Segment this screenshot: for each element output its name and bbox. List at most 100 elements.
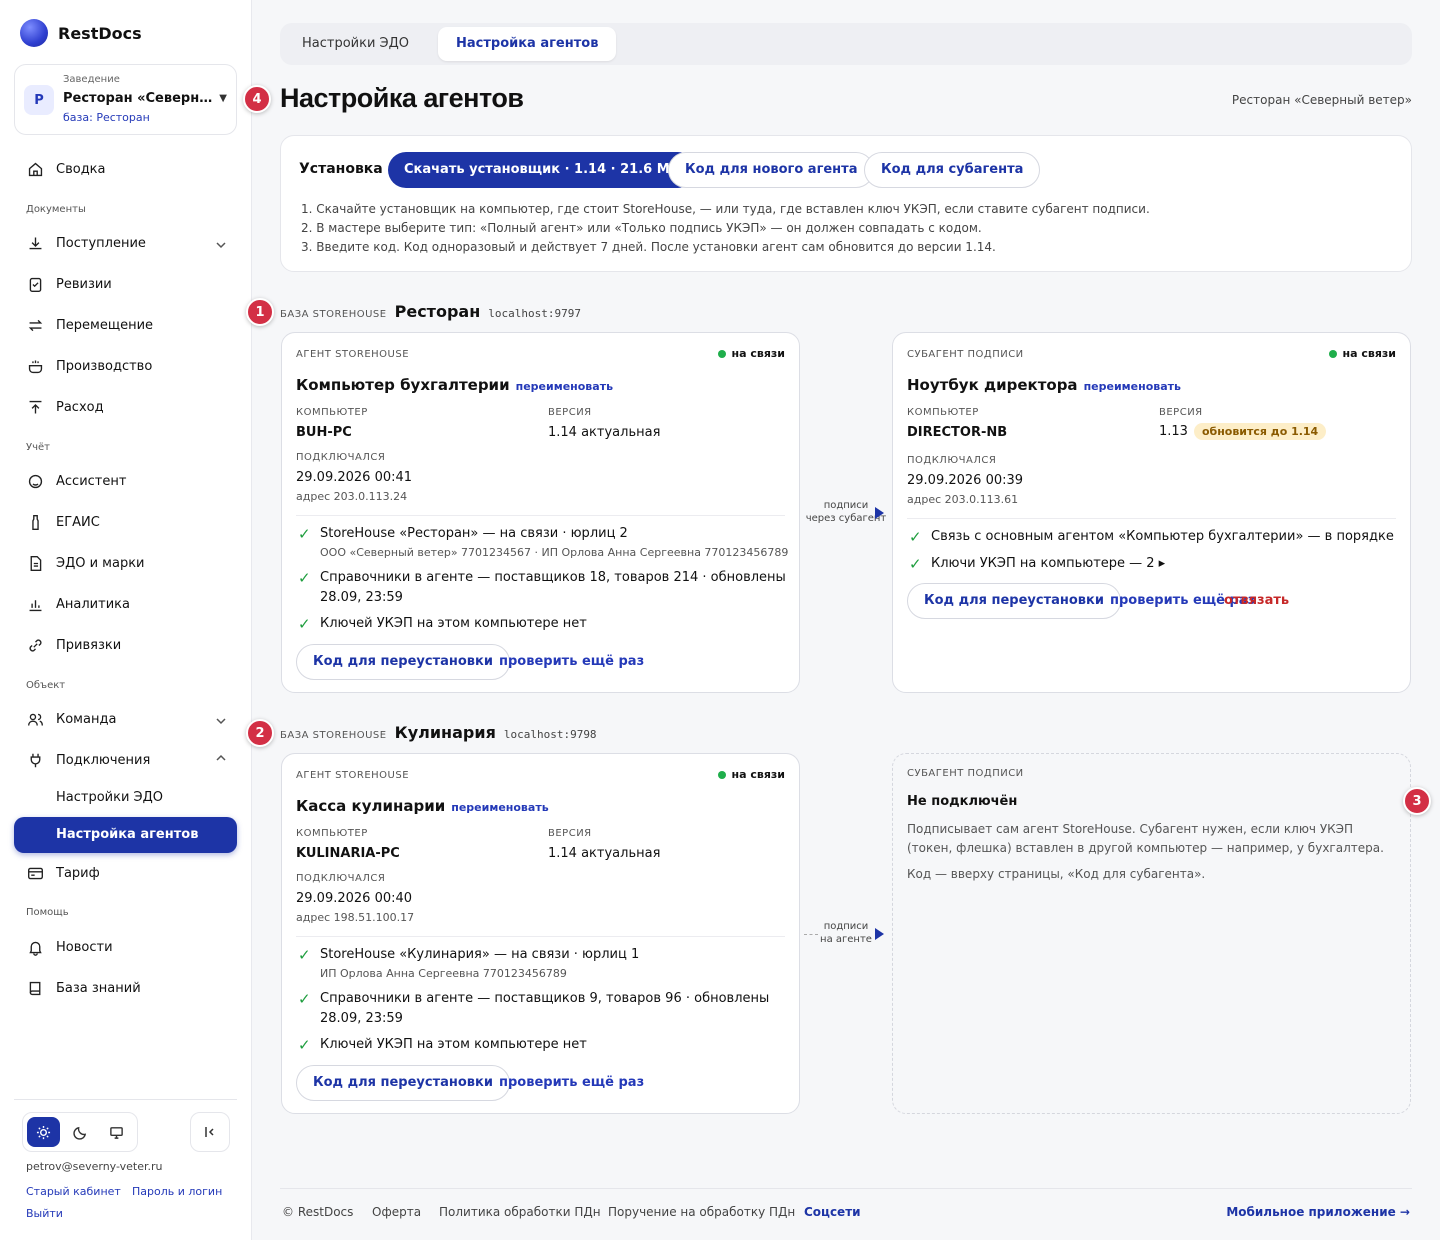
nav-expense[interactable]: Расход (26, 398, 104, 416)
base-name: Ресторан (394, 302, 481, 321)
version-value: 1.13 обновится до 1.14 (1159, 423, 1327, 440)
nav-section-object: Объект (26, 680, 66, 691)
rename-link[interactable]: переименовать (1084, 380, 1181, 393)
nav-incoming[interactable]: Поступление (26, 234, 146, 252)
check-text-2: 28.09, 23:59 (320, 1011, 403, 1026)
new-agent-code-button[interactable]: Код для нового агента (668, 152, 875, 188)
footer-policy-link[interactable]: Политика обработки ПДн (439, 1205, 601, 1219)
check-catalogs: ✓ Справочники в агенте — поставщиков 18, … (298, 568, 786, 608)
nav-bindings[interactable]: Привязки (26, 636, 121, 654)
computer-key: КОМПЬЮТЕР (907, 407, 979, 418)
subagent-title-text: Ноутбук директора (907, 376, 1078, 394)
check-text-2: 28.09, 23:59 (320, 590, 403, 605)
reinstall-code-button[interactable]: Код для переустановки (296, 1065, 510, 1101)
check-keys: ✓ Ключей УКЭП на этом компьютере нет (298, 1035, 587, 1055)
nav-kb[interactable]: База знаний (26, 979, 141, 997)
nav-news[interactable]: Новости (26, 938, 113, 956)
book-icon (26, 979, 44, 997)
tab-bar: Настройки ЭДО Настройка агентов (280, 23, 1412, 65)
connected-key: ПОДКЛЮЧАЛСЯ (296, 873, 386, 884)
check-icon: ✓ (298, 1036, 311, 1054)
footer-instruction-link[interactable]: Поручение на обработку ПДн (608, 1205, 795, 1219)
nav-summary[interactable]: Сводка (26, 160, 106, 178)
chevron-down-icon[interactable] (214, 714, 228, 728)
nav-egais[interactable]: ЕГАИС (26, 513, 100, 531)
collapse-sidebar-icon[interactable] (190, 1112, 230, 1152)
connected-address: адрес 203.0.113.24 (296, 490, 408, 503)
not-connected-desc: Подписывает сам агент StoreHouse. Субаге… (907, 822, 1384, 855)
check-icon: ✓ (909, 528, 922, 546)
unbind-link[interactable]: отвязать (1224, 593, 1289, 608)
tab-edo-settings[interactable]: Настройки ЭДО (284, 27, 427, 61)
home-icon (26, 160, 44, 178)
nav-edo[interactable]: ЭДО и марки (26, 554, 145, 572)
nav-agent-settings[interactable]: Настройка агентов (14, 817, 237, 853)
page-title: Настройка агентов (280, 83, 524, 113)
rename-link[interactable]: переименовать (516, 380, 613, 393)
nav-analytics[interactable]: Аналитика (26, 595, 130, 613)
nav-section-help: Помощь (26, 907, 69, 918)
check-keys[interactable]: ✓ Ключи УКЭП на компьютере — 2 ▸ (909, 554, 1165, 574)
old-cabinet-link[interactable]: Старый кабинет (26, 1185, 121, 1198)
footer-offer-link[interactable]: Оферта (372, 1205, 421, 1219)
nav-transfer[interactable]: Перемещение (26, 316, 153, 334)
nav-edo-settings[interactable]: Настройки ЭДО (56, 790, 163, 805)
footer-copyright: © RestDocs (282, 1205, 354, 1219)
clipboard-check-icon (26, 275, 44, 293)
check-again-link[interactable]: проверить ещё раз (499, 1075, 644, 1090)
brand[interactable]: RestDocs (20, 19, 142, 47)
agent-card-culinary: АГЕНТ STOREHOUSE на связи Касса кулинари… (281, 753, 800, 1114)
check-main-agent: ✓ Связь с основным агентом «Компьютер бух… (909, 527, 1394, 547)
reinstall-code-button[interactable]: Код для переустановки (296, 644, 510, 680)
nav-connections[interactable]: Подключения (26, 751, 150, 769)
check-again-link[interactable]: проверить ещё раз (499, 654, 644, 669)
version-key: ВЕРСИЯ (548, 828, 592, 839)
agent-title: Компьютер бухгалтерии переименовать (296, 376, 613, 394)
computer-key: КОМПЬЮТЕР (296, 407, 368, 418)
reinstall-code-button[interactable]: Код для переустановки (907, 583, 1121, 619)
chevron-down-icon[interactable] (214, 238, 228, 252)
venue-selector[interactable]: Р Заведение Ресторан «Северный ветер» ба… (14, 64, 237, 135)
card-kind: АГЕНТ STOREHOUSE (296, 770, 410, 781)
monitor-icon[interactable] (100, 1117, 133, 1147)
subagent-card-restaurant: СУБАГЕНТ ПОДПИСИ на связи Ноутбук директ… (892, 332, 1411, 693)
moon-icon[interactable] (64, 1117, 97, 1147)
check-icon: ✓ (298, 525, 311, 543)
online-dot-icon (1328, 349, 1337, 358)
nav-production[interactable]: Производство (26, 357, 152, 375)
subagent-code-button[interactable]: Код для субагента (864, 152, 1041, 188)
password-link[interactable]: Пароль и логин (132, 1185, 222, 1198)
annotation-badge-2: 2 (246, 719, 274, 747)
nav-incoming-label: Поступление (56, 235, 146, 251)
venue-base: база: Ресторан (63, 111, 150, 124)
status-badge: на связи (717, 768, 785, 781)
computer-value: DIRECTOR-NB (907, 425, 1008, 440)
nav-team-label: Команда (56, 711, 117, 727)
not-connected-title: Не подключён (907, 794, 1018, 809)
footer-mobile-link[interactable]: Мобильное приложение → (1226, 1205, 1410, 1219)
user-email: petrov@severny-veter.ru (26, 1160, 163, 1173)
nav-tariff[interactable]: Тариф (26, 864, 100, 882)
nav-assistant[interactable]: Ассистент (26, 472, 126, 490)
chevron-up-icon[interactable] (214, 751, 228, 765)
check-storehouse: ✓ StoreHouse «Ресторан» — на связи · юрли… (298, 524, 788, 562)
logout-link[interactable]: Выйти (26, 1207, 63, 1220)
base-header-culinary: БАЗА STOREHOUSE Кулинария localhost:9798 (280, 723, 597, 742)
footer-social-link[interactable]: Соцсети (804, 1205, 861, 1219)
tab-agent-settings[interactable]: Настройка агентов (438, 27, 617, 61)
arrow-right-icon (875, 507, 884, 519)
rename-link[interactable]: переименовать (451, 801, 548, 814)
sun-icon[interactable] (27, 1117, 60, 1147)
download-icon (26, 234, 44, 252)
check-subtext: ИП Орлова Анна Сергеевна 770123456789 (320, 967, 567, 980)
download-installer-button[interactable]: Скачать установщик · 1.14 · 21.6 МБ (388, 152, 696, 188)
version-number: 1.13 (1159, 424, 1188, 439)
check-icon: ✓ (298, 990, 311, 1008)
version-key: ВЕРСИЯ (1159, 407, 1203, 418)
nav-team[interactable]: Команда (26, 710, 116, 728)
arrow-right-icon (875, 928, 884, 940)
venue-label: Заведение (63, 74, 120, 85)
nav-audits[interactable]: Ревизии (26, 275, 112, 293)
brand-name: RestDocs (58, 23, 142, 43)
bar-chart-icon (26, 595, 44, 613)
